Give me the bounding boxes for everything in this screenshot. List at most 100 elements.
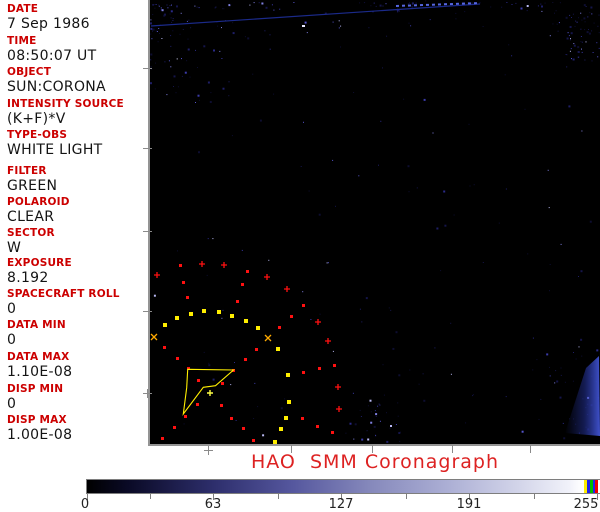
noise-pixel (559, 2, 561, 4)
noise-pixel (585, 6, 587, 7)
metadata-field: TYPE-OBS WHITE LIGHT (7, 130, 103, 159)
noise-pixel (566, 37, 569, 40)
noise-pixel (580, 270, 583, 273)
metadata-label: FILTER (7, 165, 47, 177)
noise-pixel (228, 4, 231, 7)
red-dot (197, 379, 200, 382)
noise-pixel (273, 9, 275, 11)
red-plus-marker (315, 319, 321, 325)
noise-pixel (167, 7, 169, 9)
noise-pixel (548, 207, 550, 209)
noise-pixel (390, 425, 392, 427)
noise-pixel (172, 18, 174, 20)
noise-pixel (377, 405, 379, 407)
noise-pixel (415, 2, 417, 4)
noise-pixel (453, 214, 455, 216)
noise-pixel (588, 29, 589, 30)
red-plus-marker (221, 262, 227, 268)
coronagraph-image (150, 0, 600, 444)
noise-pixel (571, 58, 572, 60)
noise-pixel (361, 321, 363, 323)
noise-pixel (171, 21, 173, 23)
metadata-value: SUN:CORONA (7, 79, 106, 95)
noise-pixel (154, 4, 156, 5)
noise-pixel (440, 270, 442, 272)
noise-pixel (565, 16, 568, 19)
noise-pixel (150, 53, 153, 56)
noise-pixel (573, 43, 575, 45)
noise-pixel (161, 9, 164, 12)
red-dot (196, 403, 199, 406)
noise-pixel (155, 62, 156, 64)
metadata-value: 1.10E-08 (7, 364, 73, 380)
yellow-dot (279, 427, 283, 431)
metadata-field: FILTER GREEN (7, 165, 57, 195)
metadata-label: SPACECRAFT ROLL (7, 288, 120, 300)
noise-pixel (403, 98, 405, 100)
noise-pixel (552, 2, 554, 3)
noise-pixel (580, 41, 582, 43)
noise-pixel (244, 36, 246, 38)
noise-pixel (397, 11, 399, 13)
noise-pixel (444, 224, 447, 227)
noise-pixel (231, 135, 233, 137)
metadata-value: 1.00E-08 (7, 427, 73, 443)
red-dot (302, 371, 305, 374)
noise-pixel (359, 2, 361, 4)
noise-pixel (583, 17, 586, 20)
yellow-dot (189, 312, 193, 316)
noise-pixel (572, 380, 574, 382)
noise-pixel (515, 2, 517, 4)
noise-pixel (209, 101, 212, 103)
noise-pixel (196, 6, 198, 8)
red-dot (182, 281, 185, 284)
noise-pixel (554, 382, 556, 384)
noise-pixel (150, 82, 152, 85)
noise-pixel (508, 44, 510, 46)
noise-pixel (410, 25, 412, 27)
noise-pixel (155, 4, 157, 5)
noise-pixel (568, 35, 570, 37)
noise-pixel (370, 411, 372, 413)
red-dot (244, 358, 247, 361)
noise-pixel (567, 32, 569, 34)
noise-pixel (537, 5, 539, 7)
noise-pixel (261, 2, 264, 5)
coronagraph-image-panel (148, 0, 600, 446)
noise-pixel (556, 23, 558, 25)
noise-pixel (549, 35, 551, 37)
noise-pixel (577, 46, 580, 49)
left-axis-tick (143, 311, 152, 312)
yellow-dot (175, 316, 179, 320)
noise-pixel (164, 13, 166, 16)
noise-pixel (555, 10, 557, 12)
noise-pixel (592, 52, 594, 53)
noise-pixel (532, 337, 534, 339)
noise-pixel (585, 41, 587, 43)
noise-pixel (455, 12, 457, 14)
noise-pixel (175, 92, 177, 94)
noise-pixel (150, 59, 152, 61)
colorbar-tick-label: 63 (204, 497, 222, 512)
noise-pixel (249, 4, 251, 6)
noise-pixel (156, 31, 158, 32)
noise-pixel (395, 331, 398, 334)
noise-pixel (386, 35, 388, 37)
noise-pixel (318, 213, 321, 216)
noise-pixel (589, 220, 592, 223)
glow-wedge (565, 356, 600, 436)
noise-pixel (228, 95, 230, 97)
colorbar-tick-label: 191 (456, 497, 482, 512)
noise-pixel (195, 102, 196, 103)
yellow-dot (286, 373, 290, 377)
red-plus-marker (264, 274, 270, 280)
metadata-value: 7 Sep 1986 (7, 16, 90, 32)
noise-pixel (580, 28, 582, 30)
noise-pixel (571, 17, 572, 18)
noise-pixel (203, 351, 205, 353)
noise-pixel (230, 384, 232, 386)
red-dot (302, 304, 305, 307)
noise-pixel (423, 399, 426, 402)
left-axis-plus-tick (143, 389, 152, 398)
noise-pixel (524, 108, 526, 110)
